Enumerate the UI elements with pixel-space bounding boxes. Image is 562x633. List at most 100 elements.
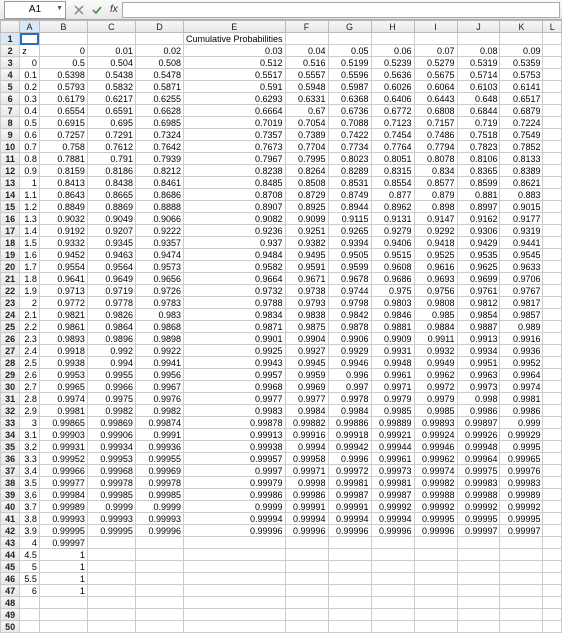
cell-J19[interactable]: 0.9535 [457, 249, 500, 261]
cell-E43[interactable] [184, 537, 286, 549]
cell-J20[interactable]: 0.9625 [457, 261, 500, 273]
cell-B13[interactable]: 0.8413 [39, 177, 87, 189]
cell-G23[interactable]: 0.9798 [328, 297, 371, 309]
cell-B14[interactable]: 0.8643 [39, 189, 87, 201]
cell-B20[interactable]: 0.9554 [39, 261, 87, 273]
cell-G28[interactable]: 0.9946 [328, 357, 371, 369]
cell-E15[interactable]: 0.8907 [184, 201, 286, 213]
row-header-26[interactable]: 26 [1, 333, 20, 345]
cell-F25[interactable]: 0.9875 [285, 321, 328, 333]
cell-A42[interactable]: 3.9 [20, 525, 40, 537]
cell-J41[interactable]: 0.99995 [457, 513, 500, 525]
cell-E21[interactable]: 0.9664 [184, 273, 286, 285]
row-header-4[interactable]: 4 [1, 69, 20, 81]
cell-A6[interactable]: 0.3 [20, 93, 40, 105]
cell-H16[interactable]: 0.9131 [371, 213, 414, 225]
cell-L38[interactable] [543, 477, 562, 489]
cell-J44[interactable] [457, 549, 500, 561]
row-header-9[interactable]: 9 [1, 129, 20, 141]
cell-K45[interactable] [500, 561, 543, 573]
cell-I35[interactable]: 0.99946 [414, 441, 457, 453]
cell-F10[interactable]: 0.7704 [285, 141, 328, 153]
cell-G47[interactable] [328, 585, 371, 597]
cell-I21[interactable]: 0.9693 [414, 273, 457, 285]
row-header-30[interactable]: 30 [1, 381, 20, 393]
cell-B32[interactable]: 0.9981 [39, 405, 87, 417]
cell-G44[interactable] [328, 549, 371, 561]
cell-A49[interactable] [20, 609, 40, 621]
cell-D47[interactable] [135, 585, 183, 597]
cell-E35[interactable]: 0.99938 [184, 441, 286, 453]
cell-H44[interactable] [371, 549, 414, 561]
cell-C24[interactable]: 0.9826 [87, 309, 135, 321]
cell-K36[interactable]: 0.99965 [500, 453, 543, 465]
cell-A28[interactable]: 2.5 [20, 357, 40, 369]
cell-I28[interactable]: 0.9949 [414, 357, 457, 369]
cell-G32[interactable]: 0.9984 [328, 405, 371, 417]
row-header-10[interactable]: 10 [1, 141, 20, 153]
cell-I3[interactable]: 0.5279 [414, 57, 457, 69]
cell-H48[interactable] [371, 597, 414, 609]
cell-G46[interactable] [328, 573, 371, 585]
cell-E47[interactable] [184, 585, 286, 597]
cell-L11[interactable] [543, 153, 562, 165]
cell-D15[interactable]: 0.8888 [135, 201, 183, 213]
cell-L7[interactable] [543, 105, 562, 117]
cell-H38[interactable]: 0.99981 [371, 477, 414, 489]
cell-G22[interactable]: 0.9744 [328, 285, 371, 297]
cell-G50[interactable] [328, 621, 371, 633]
cell-L37[interactable] [543, 465, 562, 477]
cell-J47[interactable] [457, 585, 500, 597]
cell-B42[interactable]: 0.99995 [39, 525, 87, 537]
cell-J17[interactable]: 0.9306 [457, 225, 500, 237]
cell-I46[interactable] [414, 573, 457, 585]
cell-L10[interactable] [543, 141, 562, 153]
cell-A4[interactable]: 0.1 [20, 69, 40, 81]
cell-L35[interactable] [543, 441, 562, 453]
cell-I49[interactable] [414, 609, 457, 621]
cell-C36[interactable]: 0.99953 [87, 453, 135, 465]
cell-C26[interactable]: 0.9896 [87, 333, 135, 345]
cell-D19[interactable]: 0.9474 [135, 249, 183, 261]
cell-G29[interactable]: 0.996 [328, 369, 371, 381]
cell-F12[interactable]: 0.8264 [285, 165, 328, 177]
cell-D9[interactable]: 0.7324 [135, 129, 183, 141]
cell-A21[interactable]: 1.8 [20, 273, 40, 285]
cell-C1[interactable] [87, 33, 135, 45]
cell-E27[interactable]: 0.9925 [184, 345, 286, 357]
cell-C33[interactable]: 0.99869 [87, 417, 135, 429]
cell-C31[interactable]: 0.9975 [87, 393, 135, 405]
cell-C21[interactable]: 0.9649 [87, 273, 135, 285]
cell-K29[interactable]: 0.9964 [500, 369, 543, 381]
cell-B11[interactable]: 0.7881 [39, 153, 87, 165]
row-header-43[interactable]: 43 [1, 537, 20, 549]
cell-D1[interactable] [135, 33, 183, 45]
column-header-D[interactable]: D [135, 21, 183, 33]
cell-F1[interactable] [285, 33, 328, 45]
cell-I27[interactable]: 0.9932 [414, 345, 457, 357]
cell-C50[interactable] [87, 621, 135, 633]
cell-H23[interactable]: 0.9803 [371, 297, 414, 309]
cell-K30[interactable]: 0.9974 [500, 381, 543, 393]
cell-J16[interactable]: 0.9162 [457, 213, 500, 225]
cell-B47[interactable]: 1 [39, 585, 87, 597]
cell-G35[interactable]: 0.99942 [328, 441, 371, 453]
cell-K2[interactable]: 0.09 [500, 45, 543, 57]
cell-I43[interactable] [414, 537, 457, 549]
cell-J13[interactable]: 0.8599 [457, 177, 500, 189]
column-header-A[interactable]: A [20, 21, 40, 33]
row-header-23[interactable]: 23 [1, 297, 20, 309]
cell-G30[interactable]: 0.997 [328, 381, 371, 393]
cell-I25[interactable]: 0.9884 [414, 321, 457, 333]
cell-D2[interactable]: 0.02 [135, 45, 183, 57]
cell-I32[interactable]: 0.9985 [414, 405, 457, 417]
cell-H24[interactable]: 0.9846 [371, 309, 414, 321]
cell-C28[interactable]: 0.994 [87, 357, 135, 369]
column-header-L[interactable]: L [543, 21, 562, 33]
cell-G1[interactable] [328, 33, 371, 45]
cell-A25[interactable]: 2.2 [20, 321, 40, 333]
cell-H47[interactable] [371, 585, 414, 597]
cell-K10[interactable]: 0.7852 [500, 141, 543, 153]
cell-B50[interactable] [39, 621, 87, 633]
cell-F5[interactable]: 0.5948 [285, 81, 328, 93]
